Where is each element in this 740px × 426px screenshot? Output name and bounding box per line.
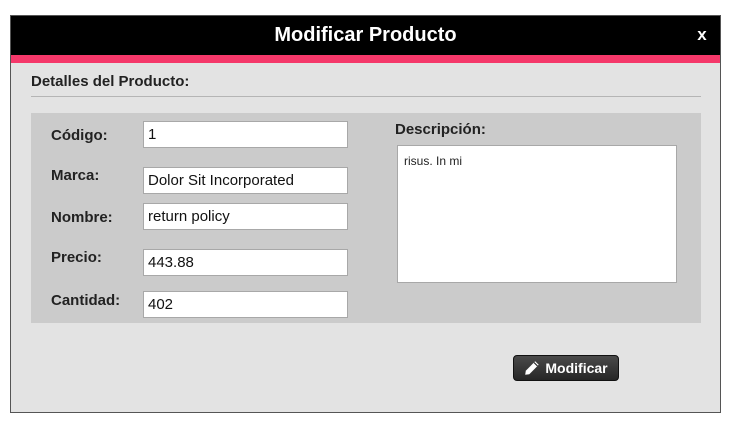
product-details-panel: Código: Marca: Nombre: Precio: Cantidad:… [31,113,701,323]
cantidad-input[interactable] [143,291,348,318]
modify-button-label: Modificar [545,360,608,376]
nombre-input[interactable] [143,203,348,230]
precio-input[interactable] [143,249,348,276]
marca-input[interactable] [143,167,348,194]
codigo-input[interactable] [143,121,348,148]
codigo-label: Código: [51,127,108,144]
modify-product-dialog: Modificar Producto x Detalles del Produc… [10,15,721,413]
marca-label: Marca: [51,167,100,184]
dialog-titlebar: Modificar Producto x [11,16,720,55]
section-divider [31,96,701,97]
pencil-icon [524,360,540,376]
descripcion-label: Descripción: [395,121,486,138]
precio-label: Precio: [51,249,102,266]
modify-button[interactable]: Modificar [513,355,619,381]
cantidad-label: Cantidad: [51,292,121,309]
titlebar-accent-stripe [11,55,720,63]
close-button[interactable]: x [691,24,713,46]
nombre-label: Nombre: [51,209,113,226]
section-title: Detalles del Producto: [31,73,190,90]
descripcion-textarea[interactable]: risus. In mi [397,145,677,283]
dialog-title: Modificar Producto [274,24,457,46]
